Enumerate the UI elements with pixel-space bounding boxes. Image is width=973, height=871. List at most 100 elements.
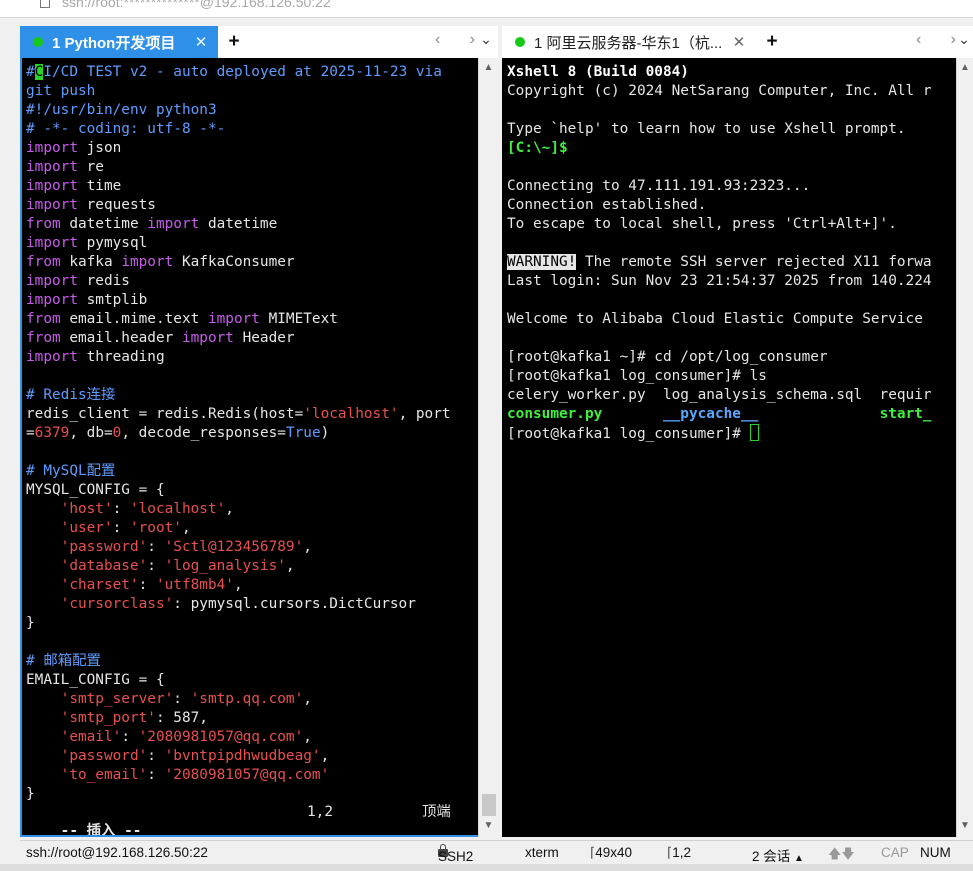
code-token: : [112,501,130,517]
scroll-up-icon[interactable]: ▲ [479,62,498,73]
code-token: smtplib [77,292,148,308]
code-line: 'smtp_port': 587, [26,709,451,728]
chevron-left-icon[interactable]: ‹ [435,31,440,49]
code-line: from datetime import datetime [26,215,451,234]
terminal-line: Copyright (c) 2024 NetSarang Computer, I… [507,82,932,101]
code-token: , [303,539,312,555]
code-line: git push [26,82,451,101]
code-token: kafka [60,254,122,270]
code-token: [root@kafka1 log_consumer]# ls [507,368,767,384]
code-token: '2080981057@qq.com' [138,729,304,745]
code-token: import [207,311,260,327]
terminal-line: celery_worker.py log_analysis_schema.sql… [507,386,932,405]
code-token: Header [233,330,295,346]
code-token: import [181,330,234,346]
code-token: 6379 [34,425,70,441]
vim-scroll-position: 顶端 [422,804,451,820]
code-token: : [147,539,165,555]
code-token: import [26,273,78,289]
code-token: 'smtp.qq.com' [190,691,304,707]
chevron-left-icon[interactable]: ‹ [916,31,921,49]
shell-terminal-pane[interactable]: Xshell 8 (Build 0084) Copyright (c) 2024 … [502,58,956,837]
code-token: = [26,425,35,441]
scroll-down-icon[interactable]: ▼ [957,820,973,831]
scroll-down-icon[interactable]: ▼ [479,820,498,831]
code-token: datetime [199,216,278,232]
connected-dot-icon [515,37,525,47]
chevron-right-icon[interactable]: › [470,31,475,49]
code-token: email.header [60,330,182,346]
code-token: import [147,216,200,232]
add-tab-button[interactable]: + [763,31,781,53]
vim-cursor-position: 1,2 [307,804,333,820]
code-line: 'password': 'Sctl@123456789', [26,538,451,557]
session-count-button[interactable]: 2 会话 ▲ [752,845,804,865]
code-token: : [138,577,156,593]
terminal-line: [root@kafka1 ~]# cd /opt/log_consumer [507,348,932,367]
code-token: # MySQL配置 [26,463,116,479]
code-token: 'cursorclass' [60,596,174,612]
code-token: : pymysql.cursors.DictCursor [173,596,416,612]
code-token: ) [320,425,330,441]
code-line: } [26,614,451,633]
code-token: # 邮箱配置 [26,653,101,669]
code-token: consumer.py [507,406,603,422]
code-token: # [26,64,35,80]
code-token: , db= [69,425,113,441]
scroll-up-icon[interactable]: ▲ [957,62,973,73]
add-tab-button[interactable]: + [225,31,243,53]
code-token: 'to_email' [60,767,148,783]
code-token: 'smtp_port' [60,710,156,726]
code-line: import redis [26,272,451,291]
code-line: import pymysql [26,234,451,253]
editor-terminal-pane[interactable]: #CI/CD TEST v2 - auto deployed at 2025-1… [20,58,478,837]
code-token: # -*- coding: utf-8 -*- [26,121,226,137]
code-token: , [285,558,295,574]
code-token: 'localhost' [303,406,399,422]
code-token: 'email' [60,729,122,745]
tab-python-project[interactable]: 1 Python开发项目 ✕ [20,26,218,58]
caret-up-icon: ▲ [794,853,804,864]
close-icon[interactable]: ✕ [192,33,210,51]
code-line: # 邮箱配置 [26,652,451,671]
code-line: import smtplib [26,291,451,310]
chevron-right-icon[interactable]: › [951,31,956,49]
address-hint: ssh://root:**************@192.168.126.50… [62,0,331,10]
terminal-output[interactable]: Xshell 8 (Build 0084) Copyright (c) 2024 … [507,63,932,443]
code-token: KafkaConsumer [173,254,295,270]
code-line: 'user': 'root', [26,519,451,538]
close-icon[interactable]: ✕ [730,33,748,51]
terminal-line: consumer.py __pycache__ start_ [507,405,932,424]
vim-mode: -- 插入 -- [60,823,142,837]
chevron-down-icon[interactable]: ⌄ [479,31,493,48]
code-token: re [77,159,104,175]
chevron-down-icon[interactable]: ⌄ [957,31,971,48]
tab-aliyun-server[interactable]: 1 阿里云服务器-华东1（杭... ✕ [502,26,756,58]
scroll-thumb[interactable] [482,794,496,816]
right-scrollbar[interactable]: ▲ ▼ [956,58,973,837]
window-bottom-edge [0,864,973,871]
code-token: '2080981057@qq.com' [164,767,330,783]
code-token: import [26,159,78,175]
terminal-line: [root@kafka1 log_consumer]# ls [507,367,932,386]
left-scrollbar[interactable]: ▲ ▼ [478,58,498,837]
code-token: 'password' [60,539,148,555]
terminal-line: Welcome to Alibaba Cloud Elastic Compute… [507,310,932,329]
code-token: import [26,235,78,251]
code-token: pymysql [77,235,148,251]
code-line: from email.mime.text import MIMEText [26,310,451,329]
code-token: , port [398,406,451,422]
code-token: #!/usr/bin/env python3 [26,102,217,118]
code-token: import [26,178,78,194]
code-token: 'Sctl@123456789' [164,539,304,555]
code-editor[interactable]: #CI/CD TEST v2 - auto deployed at 2025-1… [26,63,451,804]
